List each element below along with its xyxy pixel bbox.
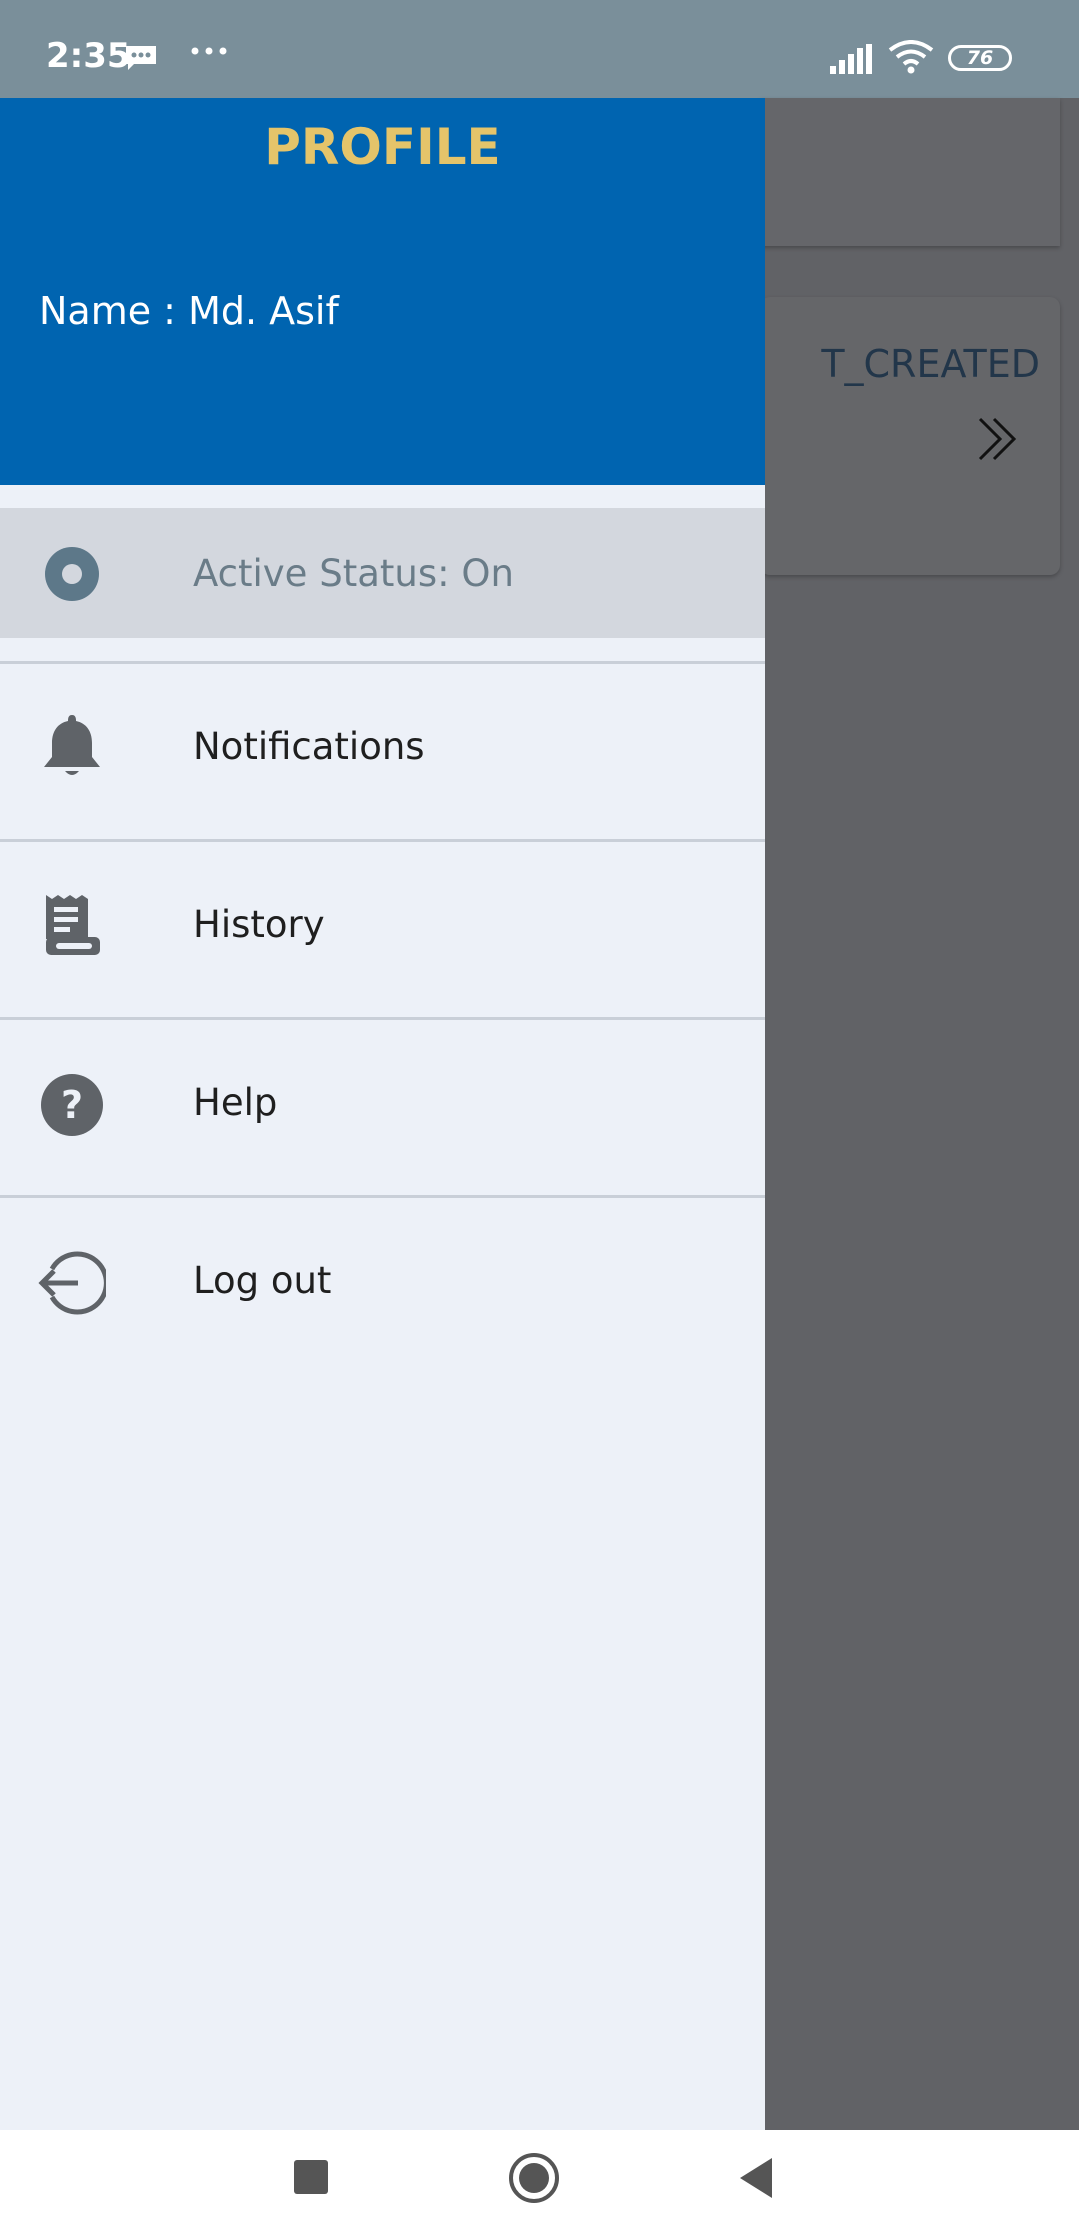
menu-item-notifications[interactable]: Notifications: [0, 661, 765, 839]
home-button[interactable]: [508, 2152, 560, 2204]
message-icon: [126, 46, 156, 70]
menu-label-notifications: Notifications: [193, 725, 425, 768]
divider: [0, 1195, 765, 1198]
profile-title: PROFILE: [264, 118, 501, 176]
divider: [0, 661, 765, 664]
background-order-card: T_CREATED: [760, 297, 1060, 575]
more-dots-icon: [191, 47, 227, 55]
menu-label-help: Help: [193, 1081, 278, 1124]
active-status-toggle[interactable]: Active Status: On: [0, 508, 765, 638]
help-circle-icon: ?: [41, 1074, 103, 1136]
menu-item-history[interactable]: History: [0, 839, 765, 1017]
battery-icon: 76: [948, 45, 1012, 71]
back-button[interactable]: [736, 2156, 776, 2200]
profile-name: Name : Md. Asif: [39, 289, 339, 333]
menu-label-history: History: [193, 903, 325, 946]
status-bar: 2:35 76: [0, 0, 1079, 98]
double-chevron-right-icon: [978, 417, 1017, 461]
divider: [0, 1017, 765, 1020]
status-time: 2:35: [46, 36, 131, 76]
system-nav-bar: [0, 2130, 1079, 2226]
radio-on-icon: [45, 547, 99, 601]
receipt-icon: [46, 895, 100, 955]
wifi-icon: [888, 40, 934, 74]
menu-item-logout[interactable]: Log out: [0, 1195, 765, 1373]
signal-icon: [830, 44, 872, 74]
menu-item-help[interactable]: ? Help: [0, 1017, 765, 1195]
profile-header: PROFILE Name : Md. Asif: [0, 98, 765, 485]
svg-text:?: ?: [61, 1083, 83, 1127]
background-app-toolbar: [760, 98, 1060, 246]
divider: [0, 839, 765, 842]
navigation-drawer: PROFILE Name : Md. Asif Active Status: O…: [0, 98, 765, 2130]
bell-icon: [44, 715, 100, 775]
logout-icon: [38, 1251, 106, 1315]
menu-label-logout: Log out: [193, 1259, 332, 1302]
active-status-label: Active Status: On: [193, 552, 514, 595]
recents-button[interactable]: [294, 2160, 328, 2194]
